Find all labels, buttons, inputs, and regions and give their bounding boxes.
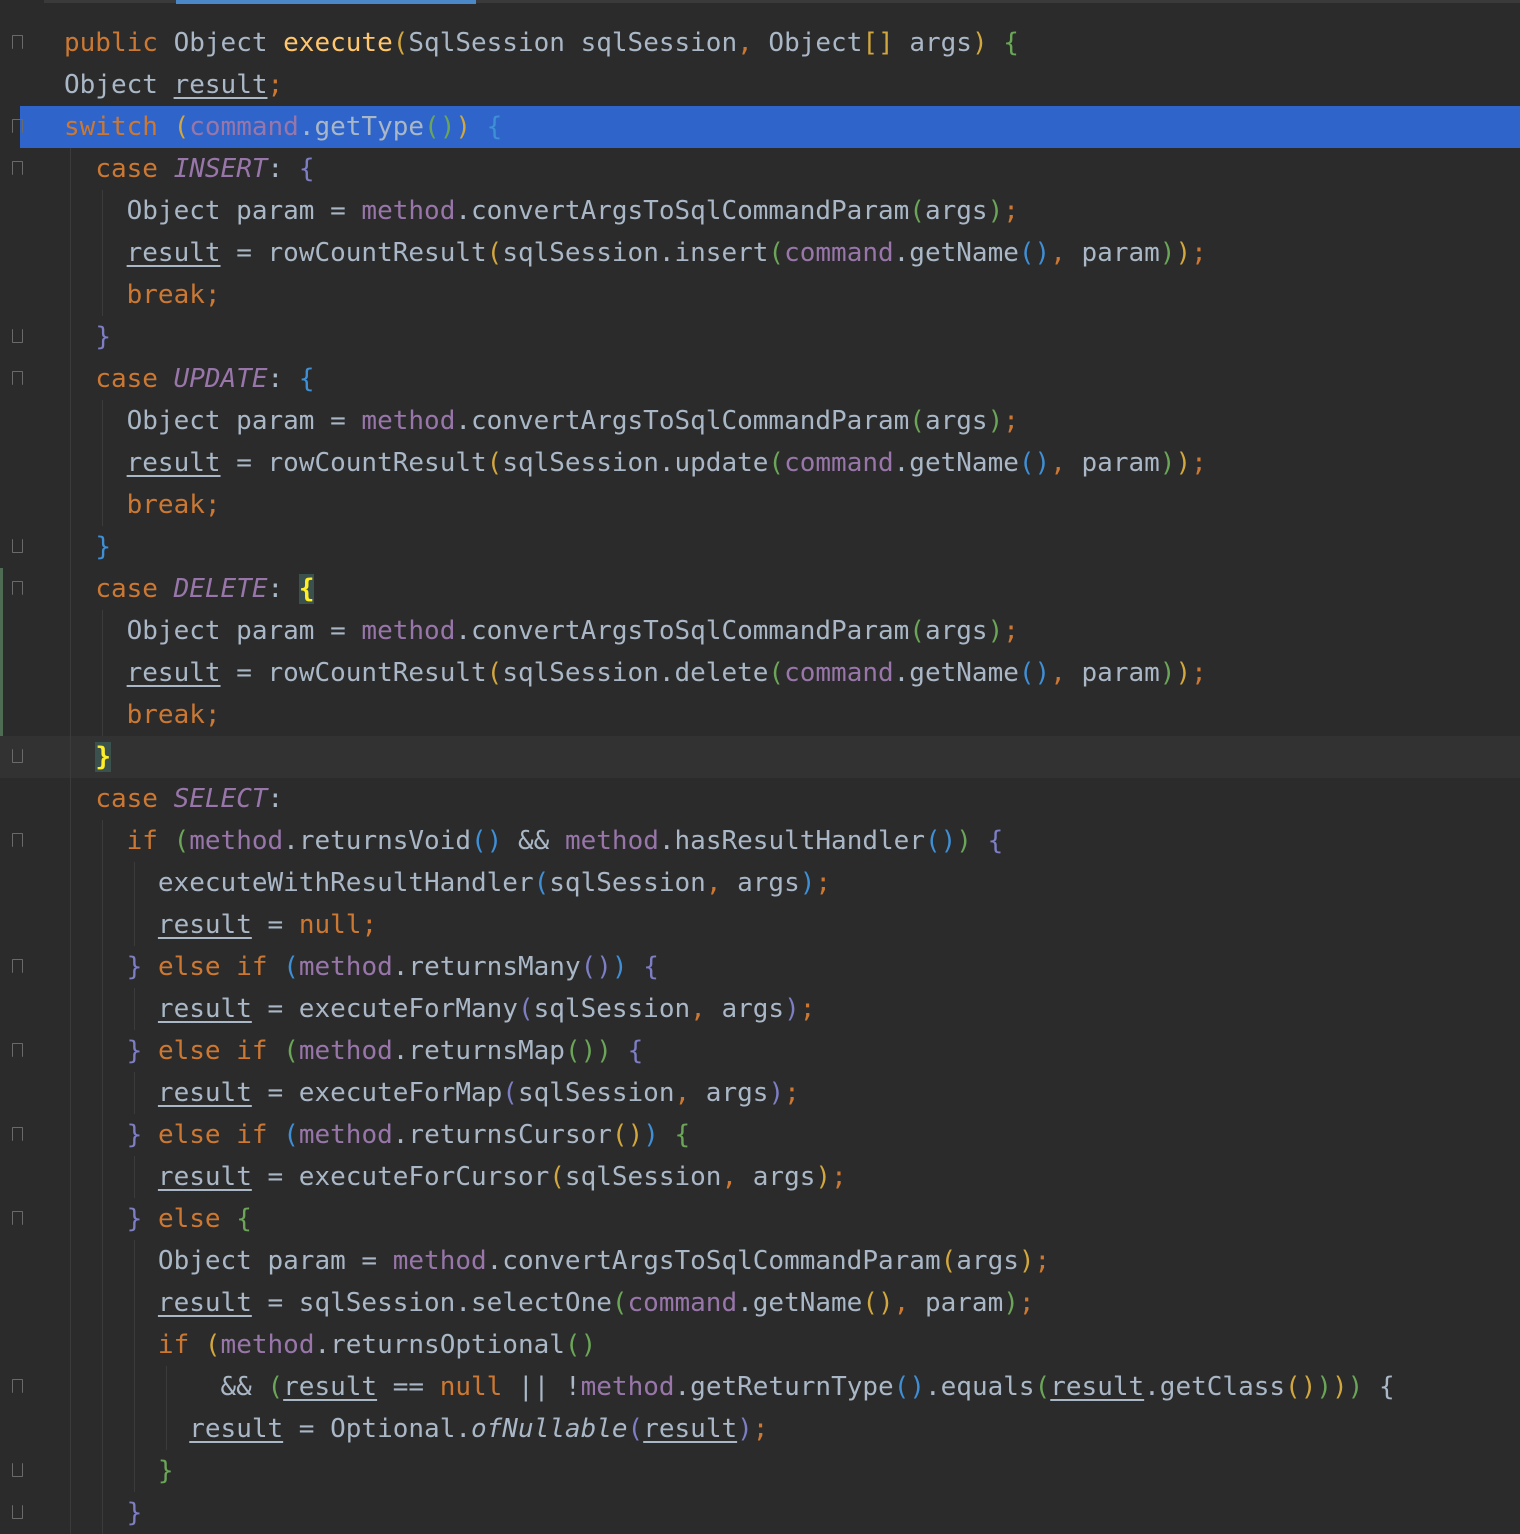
code-text[interactable]: result = executeForCursor(sqlSession, ar…	[64, 1156, 847, 1198]
code-line[interactable]: } else if (method.returnsCursor()) {	[0, 1114, 1520, 1156]
code-text[interactable]: break;	[64, 694, 221, 736]
code-text[interactable]: result = executeForMany(sqlSession, args…	[64, 988, 815, 1030]
code-text[interactable]: Object param = method.convertArgsToSqlCo…	[64, 400, 1019, 442]
code-text[interactable]: }	[64, 526, 111, 568]
code-line[interactable]: break;	[0, 484, 1520, 526]
code-line[interactable]: result = sqlSession.selectOne(command.ge…	[0, 1282, 1520, 1324]
code-text[interactable]: result = executeForMap(sqlSession, args)…	[64, 1072, 800, 1114]
code-text[interactable]: }	[64, 1450, 174, 1492]
fold-collapse-icon[interactable]	[12, 1379, 23, 1393]
code-line[interactable]: } else if (method.returnsMany()) {	[0, 946, 1520, 988]
code-text[interactable]: Object param = method.convertArgsToSqlCo…	[64, 1240, 1050, 1282]
code-text[interactable]: && (result == null || !method.getReturnT…	[64, 1366, 1395, 1408]
fold-end-icon[interactable]	[12, 749, 23, 763]
code-line[interactable]: } else {	[0, 1198, 1520, 1240]
code-text[interactable]: result = rowCountResult(sqlSession.updat…	[64, 442, 1207, 484]
code-line[interactable]: case INSERT: {	[0, 148, 1520, 190]
code-line[interactable]: Object param = method.convertArgsToSqlCo…	[0, 610, 1520, 652]
code-text[interactable]: }	[64, 736, 111, 778]
code-text[interactable]: Object result;	[64, 64, 283, 106]
code-line[interactable]: }	[0, 1450, 1520, 1492]
code-text[interactable]: result = rowCountResult(sqlSession.delet…	[64, 652, 1207, 694]
code-line[interactable]: }	[0, 526, 1520, 568]
code-line[interactable]: switch (command.getType()) {	[12, 106, 1520, 148]
code-line[interactable]: }	[0, 736, 1520, 778]
fold-end-icon[interactable]	[12, 329, 23, 343]
code-text[interactable]: result = sqlSession.selectOne(command.ge…	[64, 1282, 1035, 1324]
code-line[interactable]: Object param = method.convertArgsToSqlCo…	[0, 1240, 1520, 1282]
code-text[interactable]: case INSERT: {	[64, 148, 314, 190]
code-line[interactable]: result = rowCountResult(sqlSession.inser…	[0, 232, 1520, 274]
code-text[interactable]: } else if (method.returnsCursor()) {	[64, 1114, 691, 1156]
fold-collapse-icon[interactable]	[12, 959, 23, 973]
fold-end-icon[interactable]	[12, 1463, 23, 1477]
fold-collapse-icon[interactable]	[12, 1043, 23, 1057]
code-line[interactable]: Object param = method.convertArgsToSqlCo…	[0, 400, 1520, 442]
code-line[interactable]: case DELETE: {	[0, 568, 1520, 610]
code-line[interactable]: Object result;	[0, 64, 1520, 106]
fold-collapse-icon[interactable]	[12, 1127, 23, 1141]
fold-collapse-icon[interactable]	[12, 581, 23, 595]
code-text[interactable]: if (method.returnsOptional()	[64, 1324, 596, 1366]
code-text[interactable]: executeWithResultHandler(sqlSession, arg…	[64, 862, 831, 904]
code-line[interactable]: if (method.returnsVoid() && method.hasRe…	[0, 820, 1520, 862]
fold-end-icon[interactable]	[12, 1505, 23, 1519]
active-tab-indicator[interactable]	[176, 0, 476, 4]
code-text[interactable]: switch (command.getType()) {	[64, 106, 502, 148]
code-editor[interactable]: public Object execute(SqlSession sqlSess…	[0, 0, 1520, 1534]
code-line[interactable]: break;	[0, 694, 1520, 736]
fold-collapse-icon[interactable]	[12, 35, 23, 49]
code-line[interactable]: if (method.returnsOptional()	[0, 1324, 1520, 1366]
code-text[interactable]: } else if (method.returnsMap()) {	[64, 1030, 644, 1072]
code-text[interactable]: } else if (method.returnsMany()) {	[64, 946, 659, 988]
fold-collapse-icon[interactable]	[12, 119, 23, 133]
code-line[interactable]: result = null;	[0, 904, 1520, 946]
code-text[interactable]: public Object execute(SqlSession sqlSess…	[64, 22, 1019, 64]
code-line[interactable]: result = executeForCursor(sqlSession, ar…	[0, 1156, 1520, 1198]
code-line[interactable]: executeWithResultHandler(sqlSession, arg…	[0, 862, 1520, 904]
code-line[interactable]: } else if (method.returnsMap()) {	[0, 1030, 1520, 1072]
code-line[interactable]: case SELECT:	[0, 778, 1520, 820]
fold-collapse-icon[interactable]	[12, 161, 23, 175]
fold-end-icon[interactable]	[12, 539, 23, 553]
code-text[interactable]: result = rowCountResult(sqlSession.inser…	[64, 232, 1207, 274]
code-text[interactable]: } else {	[64, 1198, 252, 1240]
code-line[interactable]: result = executeForMany(sqlSession, args…	[0, 988, 1520, 1030]
code-text[interactable]: break;	[64, 274, 221, 316]
code-line[interactable]: result = executeForMap(sqlSession, args)…	[0, 1072, 1520, 1114]
code-text[interactable]: }	[64, 316, 111, 358]
code-text[interactable]: case UPDATE: {	[64, 358, 314, 400]
code-line[interactable]: && (result == null || !method.getReturnT…	[0, 1366, 1520, 1408]
code-text[interactable]: result = null;	[64, 904, 377, 946]
code-text[interactable]: case DELETE: {	[64, 568, 315, 610]
code-text[interactable]: case SELECT:	[64, 778, 283, 820]
fold-collapse-icon[interactable]	[12, 833, 23, 847]
code-line[interactable]: }	[0, 316, 1520, 358]
fold-collapse-icon[interactable]	[12, 1211, 23, 1225]
fold-collapse-icon[interactable]	[12, 371, 23, 385]
code-text[interactable]: Object param = method.convertArgsToSqlCo…	[64, 610, 1019, 652]
code-line[interactable]: result = rowCountResult(sqlSession.delet…	[0, 652, 1520, 694]
code-line[interactable]: Object param = method.convertArgsToSqlCo…	[0, 190, 1520, 232]
code-line[interactable]: result = Optional.ofNullable(result);	[0, 1408, 1520, 1450]
code-text[interactable]: Object param = method.convertArgsToSqlCo…	[64, 190, 1019, 232]
code-line[interactable]: case UPDATE: {	[0, 358, 1520, 400]
code-text[interactable]: result = Optional.ofNullable(result);	[64, 1408, 768, 1450]
code-line[interactable]: break;	[0, 274, 1520, 316]
code-text[interactable]: break;	[64, 484, 221, 526]
code-line[interactable]: public Object execute(SqlSession sqlSess…	[0, 22, 1520, 64]
code-line[interactable]: result = rowCountResult(sqlSession.updat…	[0, 442, 1520, 484]
code-text[interactable]: if (method.returnsVoid() && method.hasRe…	[64, 820, 1004, 862]
